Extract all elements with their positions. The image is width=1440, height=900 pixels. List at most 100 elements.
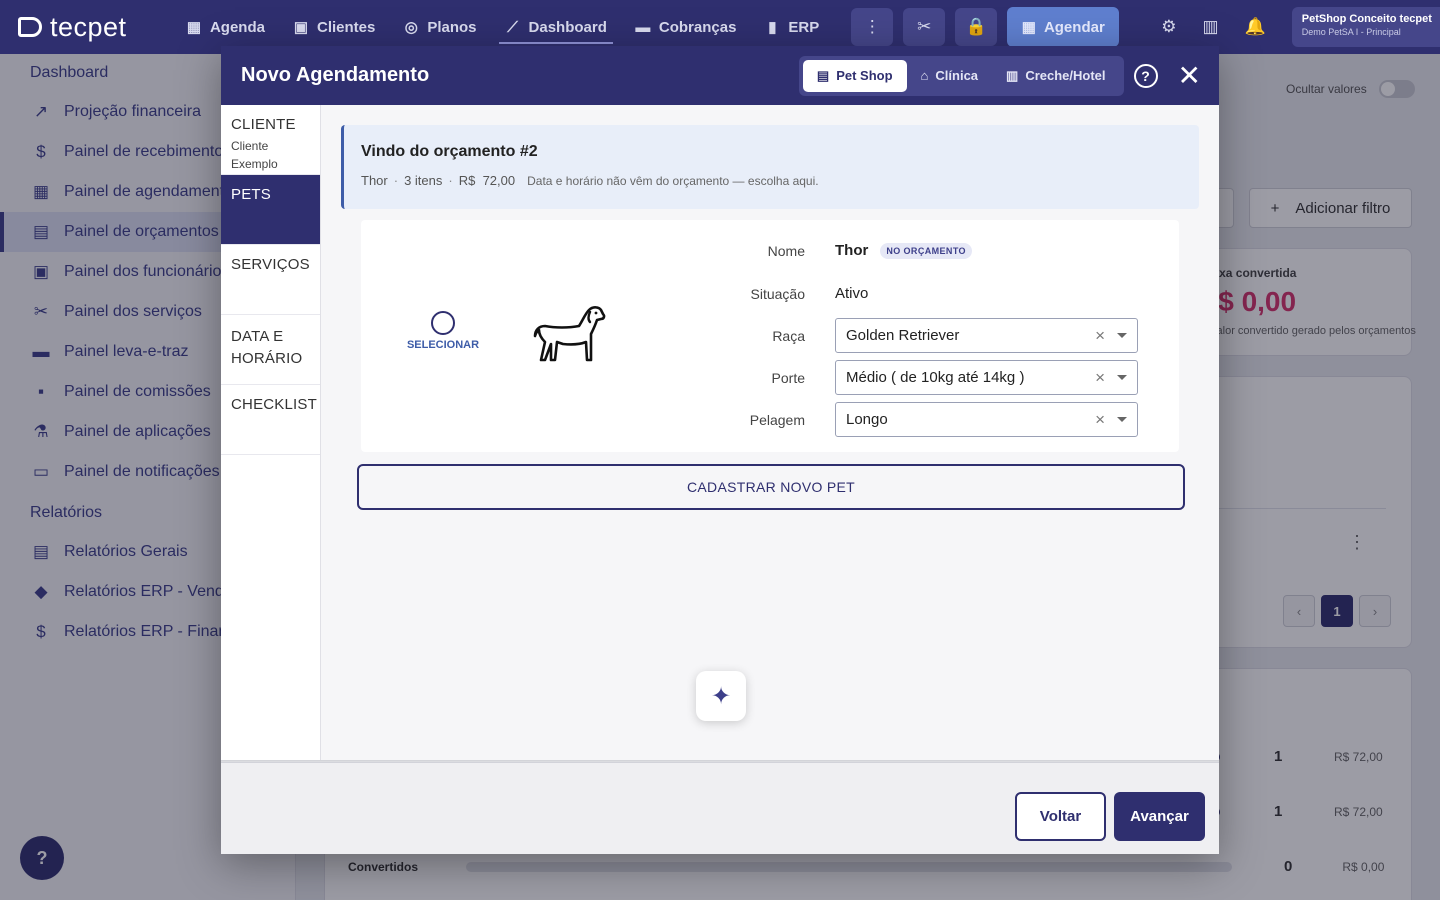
step-checklist[interactable]: CHECKLIST: [221, 385, 320, 455]
origin-title: Vindo do orçamento #2: [361, 143, 538, 160]
step-cliente[interactable]: CLIENTE Cliente Exemplo: [221, 105, 320, 175]
step-pets[interactable]: PETS: [221, 175, 320, 245]
account-switcher[interactable]: PetShop Conceito tecpet Demo PetSA I - P…: [1291, 7, 1440, 47]
origin-pet: Thor: [361, 173, 388, 188]
chevron-down-icon[interactable]: [1117, 417, 1127, 422]
nav-label: Clientes: [316, 18, 376, 36]
tab-clinica[interactable]: ⌂ Clínica: [907, 60, 992, 92]
dog-icon: [533, 306, 606, 362]
lock-icon: 🔒: [965, 17, 987, 36]
size-select[interactable]: Médio ( de 10kg até 14kg ) ×: [835, 360, 1138, 395]
register-new-pet-button[interactable]: CADASTRAR NOVO PET: [357, 464, 1185, 510]
logo-mark-icon: [18, 17, 42, 37]
clear-icon[interactable]: ×: [1095, 410, 1105, 430]
modal-title: Novo Agendamento: [241, 64, 430, 86]
field-label: Pelagem: [749, 411, 805, 428]
select-value: Longo: [846, 411, 888, 428]
origin-meta: Thor · 3 itens · R$ 72,00 Data e horário…: [361, 173, 1182, 188]
bar-chart-icon: ▮: [768, 19, 777, 36]
nav-label: Agenda: [209, 18, 265, 36]
radio-circle: [431, 311, 455, 335]
field-label: Porte: [771, 369, 805, 386]
modal-footer: Voltar Avançar: [221, 762, 1219, 854]
hotel-icon: ▥: [1006, 67, 1019, 83]
store-icon: ▤: [816, 67, 830, 83]
clear-icon[interactable]: ×: [1095, 368, 1105, 388]
tab-creche-hotel[interactable]: ▥ Creche/Hotel: [992, 60, 1120, 92]
pet-status: Ativo: [835, 285, 869, 302]
step-data-horario[interactable]: DATA E HORÁRIO: [221, 315, 320, 385]
agendar-button[interactable]: ▦ Agendar: [1007, 7, 1120, 47]
step-servicos[interactable]: SERVIÇOS: [221, 245, 320, 315]
nav-label: Planos: [427, 18, 477, 36]
field-nome: Nome Thor NO ORÇAMENTO: [721, 242, 972, 259]
logo-text: tecpet: [50, 11, 127, 42]
tab-label: Clínica: [935, 68, 979, 83]
breed-select[interactable]: Golden Retriever ×: [835, 318, 1138, 353]
account-name: PetShop Conceito tecpet: [1301, 13, 1432, 25]
account-subtitle: Demo PetSA I - Principal: [1301, 27, 1401, 37]
chart-line-icon: ⟋: [507, 18, 518, 36]
bell-icon[interactable]: 🔔: [1245, 17, 1266, 37]
tab-pet-shop[interactable]: ▤ Pet Shop: [802, 59, 907, 92]
lock-button[interactable]: 🔒: [955, 8, 998, 46]
origin-note: Data e horário não vêm do orçamento — es…: [527, 173, 819, 188]
field-value-group: Thor NO ORÇAMENTO: [835, 242, 972, 259]
field-pelagem: Pelagem Longo ×: [721, 402, 1138, 437]
tab-label: Creche/Hotel: [1025, 68, 1106, 83]
step-title: DATA E HORÁRIO: [231, 328, 303, 367]
field-label: Situação: [750, 285, 805, 302]
tab-label: Pet Shop: [836, 68, 893, 83]
sparkles-icon: ✦: [710, 682, 732, 710]
origin-total: R$ 72,00: [458, 173, 516, 188]
quote-origin-banner: Vindo do orçamento #2 Thor · 3 itens · R…: [341, 125, 1199, 209]
step-title: PETS: [231, 186, 271, 203]
modal-header: Novo Agendamento ▤ Pet Shop ⌂ Clínica ▥ …: [221, 46, 1219, 105]
scissors-icon: ✂: [917, 17, 932, 36]
badge-icon: ◎: [404, 19, 418, 36]
more-vertical-icon: ⋮: [863, 17, 881, 36]
next-button[interactable]: Avançar: [1114, 792, 1205, 841]
chevron-down-icon[interactable]: [1117, 375, 1127, 380]
field-situacao: Situação Ativo: [721, 285, 869, 302]
calendar-plus-icon: ▦: [1021, 19, 1036, 36]
tecpet-logo[interactable]: tecpet: [18, 12, 166, 43]
people-icon: ▣: [293, 19, 309, 36]
book-icon[interactable]: ▥: [1203, 17, 1219, 37]
calendar-icon: ▦: [186, 19, 202, 36]
money-icon: ▬: [635, 18, 651, 36]
more-menu-button[interactable]: ⋮: [851, 8, 894, 46]
help-icon[interactable]: ?: [1133, 63, 1158, 88]
nav-label: ERP: [788, 18, 820, 36]
pet-card: SELECIONAR Nome Thor NO ORÇAMENTO Situaç…: [361, 220, 1179, 452]
clear-icon[interactable]: ×: [1095, 326, 1105, 346]
back-button[interactable]: Voltar: [1015, 792, 1106, 841]
select-value: Médio ( de 10kg até 14kg ): [846, 369, 1025, 386]
clinic-icon: ⌂: [920, 68, 929, 83]
field-label: Raça: [772, 327, 805, 344]
step-title: SERVIÇOS: [231, 256, 310, 273]
new-appointment-modal: Novo Agendamento ▤ Pet Shop ⌂ Clínica ▥ …: [221, 46, 1219, 854]
select-value: Golden Retriever: [846, 327, 960, 344]
origin-items: 3 itens: [404, 173, 443, 188]
select-pet-radio[interactable]: SELECIONAR: [403, 311, 483, 351]
gear-icon[interactable]: ⚙: [1161, 17, 1176, 37]
scissors-button[interactable]: ✂: [903, 8, 946, 46]
field-porte: Porte Médio ( de 10kg até 14kg ) ×: [721, 360, 1138, 395]
step-title: CLIENTE: [231, 116, 296, 133]
chevron-down-icon[interactable]: [1117, 333, 1127, 338]
nav-label: Cobranças: [658, 18, 737, 36]
close-icon[interactable]: ✕: [1178, 61, 1201, 90]
separator: ·: [393, 173, 399, 188]
stepper: CLIENTE Cliente Exemplo PETS SERVIÇOS DA…: [221, 105, 321, 760]
coat-select[interactable]: Longo ×: [835, 402, 1138, 437]
pet-name: Thor: [835, 242, 869, 259]
ai-assistant-button[interactable]: ✦: [696, 671, 746, 721]
step-title: CHECKLIST: [231, 396, 317, 413]
in-quote-badge: NO ORÇAMENTO: [880, 242, 972, 259]
select-label: SELECIONAR: [406, 339, 480, 351]
field-label: Nome: [767, 242, 805, 259]
agendar-label: Agendar: [1043, 18, 1105, 36]
field-raca: Raça Golden Retriever ×: [721, 318, 1138, 353]
modal-content: Vindo do orçamento #2 Thor · 3 itens · R…: [322, 105, 1219, 760]
